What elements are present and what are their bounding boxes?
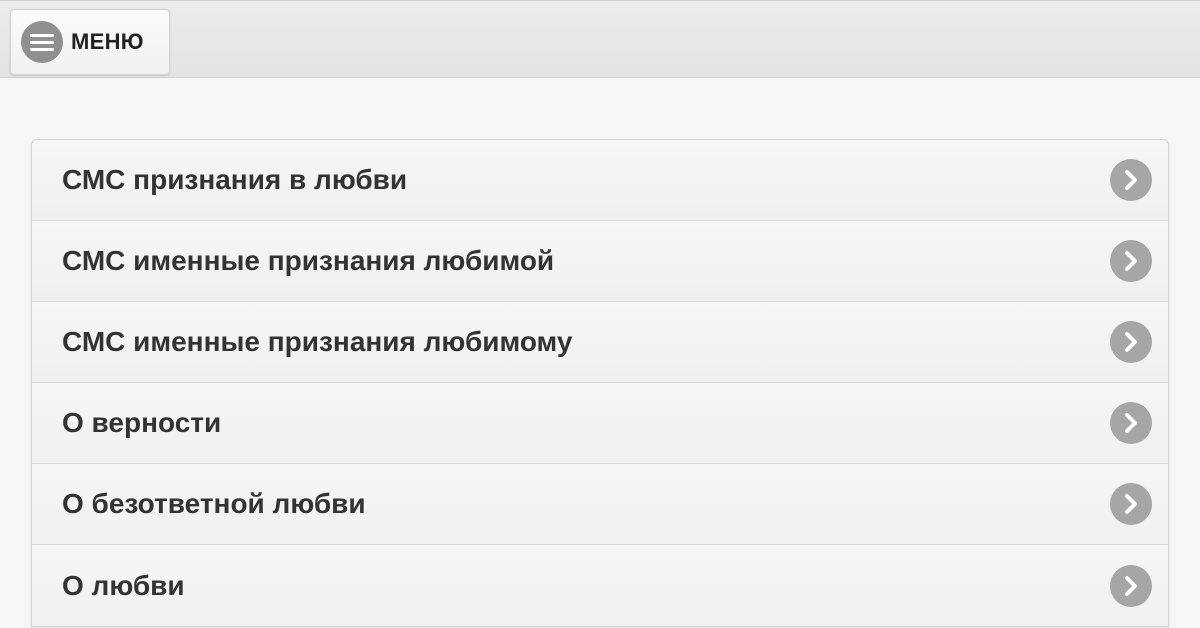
top-toolbar: МЕНЮ bbox=[0, 0, 1200, 78]
list-item-label: СМС признания в любви bbox=[62, 164, 408, 195]
list-item-label: О любви bbox=[62, 569, 185, 601]
chevron-right-icon bbox=[1110, 240, 1152, 282]
category-list: СМС признания в любви СМС именные призна… bbox=[31, 139, 1169, 627]
list-item[interactable]: О любви bbox=[32, 545, 1168, 626]
list-item[interactable]: О безответной любви bbox=[32, 464, 1168, 545]
chevron-right-icon bbox=[1110, 159, 1152, 201]
hamburger-menu-icon bbox=[21, 21, 63, 63]
menu-button-label: МЕНЮ bbox=[71, 29, 144, 54]
list-item-label: СМС именные признания любимому bbox=[62, 326, 573, 357]
chevron-right-icon bbox=[1110, 402, 1152, 444]
chevron-right-icon bbox=[1110, 483, 1152, 525]
chevron-right-icon bbox=[1110, 321, 1152, 363]
chevron-right-icon bbox=[1110, 564, 1152, 607]
list-item[interactable]: СМС именные признания любимому bbox=[32, 302, 1168, 383]
list-item-label: О верности bbox=[62, 407, 222, 438]
list-item[interactable]: О верности bbox=[32, 383, 1168, 464]
list-item[interactable]: СМС именные признания любимой bbox=[32, 221, 1168, 302]
list-item-label: О безответной любви bbox=[62, 488, 366, 519]
menu-button[interactable]: МЕНЮ bbox=[10, 9, 170, 75]
list-item[interactable]: СМС признания в любви bbox=[32, 140, 1168, 221]
list-item-label: СМС именные признания любимой bbox=[62, 245, 555, 276]
